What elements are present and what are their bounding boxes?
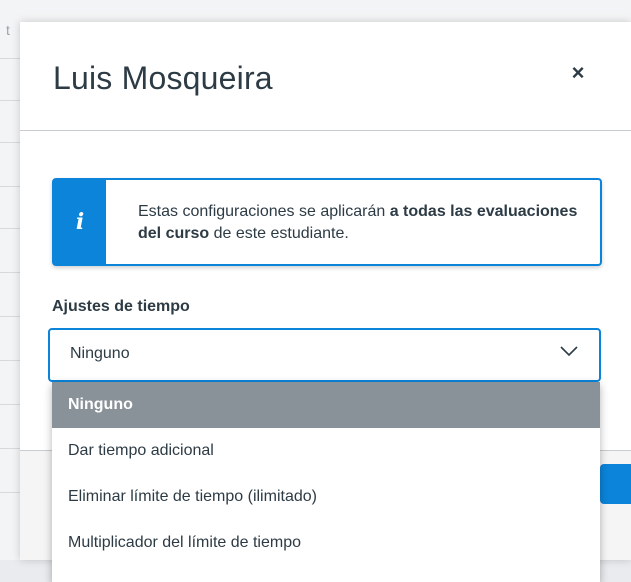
option-eliminar-limite[interactable]: Eliminar límite de tiempo (ilimitado) <box>52 474 600 520</box>
modal-title: Luis Mosqueira <box>53 60 273 96</box>
info-alert: i Estas configuraciones se aplicarán a t… <box>52 178 602 266</box>
background-text-fragment: t <box>6 22 10 38</box>
info-icon: i <box>75 209 85 235</box>
primary-action-button[interactable] <box>600 464 631 504</box>
time-settings-select[interactable]: Ninguno <box>48 328 601 382</box>
time-settings-dropdown: Ninguno Dar tiempo adicional Eliminar lí… <box>52 382 600 582</box>
info-icon-box: i <box>54 180 106 264</box>
close-icon: × <box>571 60 585 85</box>
student-settings-modal: Luis Mosqueira × i Estas configuraciones… <box>20 22 631 582</box>
time-settings-label: Ajustes de tiempo <box>52 298 190 315</box>
option-ninguno[interactable]: Ninguno <box>52 382 600 428</box>
option-multiplicador[interactable]: Multiplicador del límite de tiempo <box>52 520 600 566</box>
alert-message: Estas configuraciones se aplicarán a tod… <box>138 201 578 245</box>
alert-text-end: de este estudiante. <box>209 225 349 242</box>
modal-header: Luis Mosqueira × <box>20 22 631 131</box>
alert-text-start: Estas configuraciones se aplicarán <box>138 203 390 220</box>
select-current-value: Ninguno <box>70 345 130 362</box>
option-dar-tiempo-adicional[interactable]: Dar tiempo adicional <box>52 428 600 474</box>
close-button[interactable]: × <box>563 58 593 88</box>
chevron-down-icon <box>560 346 578 357</box>
